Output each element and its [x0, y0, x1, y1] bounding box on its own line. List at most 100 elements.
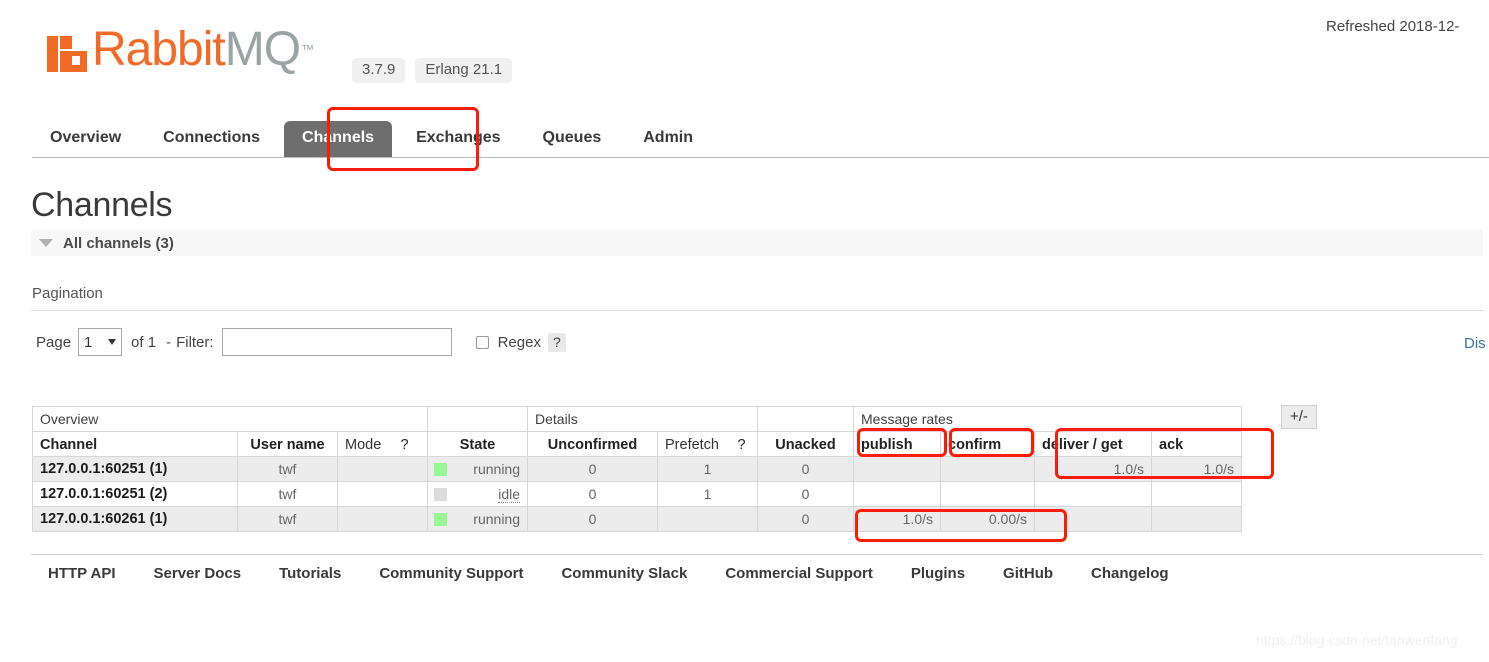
trademark-symbol: ™ — [301, 42, 314, 57]
pagination-label: Pagination — [32, 285, 103, 302]
cell-state: idle — [427, 481, 528, 507]
tab-exchanges[interactable]: Exchanges — [398, 121, 518, 157]
footer-link-github[interactable]: GitHub — [1003, 565, 1053, 582]
footer-links: HTTP API Server Docs Tutorials Community… — [48, 565, 1169, 582]
collapse-caret-icon[interactable] — [39, 239, 53, 247]
tab-queues[interactable]: Queues — [525, 121, 620, 157]
filter-label: Filter: — [176, 333, 214, 351]
col-state[interactable]: State — [427, 431, 528, 457]
col-prefetch[interactable]: Prefetch — [657, 431, 731, 457]
cell-confirm: 0.00/s — [940, 506, 1035, 532]
col-confirm[interactable]: confirm — [940, 431, 1035, 457]
footer-link-community-slack[interactable]: Community Slack — [561, 565, 687, 582]
rabbitmq-management-page: Refreshed 2018-12- RabbitMQ™ 3.7.9 Erlan… — [0, 0, 1489, 662]
logo-text-rabbit: Rabbit — [92, 23, 226, 76]
cell-unconfirmed: 0 — [527, 456, 658, 482]
cell-prefetch: 1 — [657, 456, 758, 482]
tab-connections[interactable]: Connections — [145, 121, 278, 157]
page-title: Channels — [31, 186, 173, 224]
cell-unacked: 0 — [757, 506, 854, 532]
displaying-text: Dis — [1464, 335, 1486, 352]
col-user-name[interactable]: User name — [237, 431, 338, 457]
cell-state: running — [427, 506, 528, 532]
table-row[interactable]: 127.0.0.1:60251 (1) twf running 0 1 0 1.… — [32, 456, 1242, 482]
footer-link-http-api[interactable]: HTTP API — [48, 565, 116, 582]
regex-help-icon[interactable]: ? — [547, 332, 566, 352]
col-prefetch-help-icon[interactable]: ? — [730, 431, 758, 457]
tab-channels[interactable]: Channels — [284, 121, 393, 157]
cell-channel[interactable]: 127.0.0.1:60261 (1) — [32, 506, 238, 532]
footer-link-changelog[interactable]: Changelog — [1091, 565, 1169, 582]
rabbitmq-version-badge: 3.7.9 — [352, 58, 406, 83]
cell-mode — [337, 506, 428, 532]
col-deliver-get[interactable]: deliver / get — [1034, 431, 1152, 457]
cell-deliver-get — [1034, 481, 1152, 507]
cell-prefetch: 1 — [657, 481, 758, 507]
col-mode-help-icon[interactable]: ? — [393, 431, 428, 457]
cell-user-name: twf — [237, 456, 338, 482]
col-channel[interactable]: Channel — [32, 431, 238, 457]
cell-state-label: idle — [498, 486, 520, 503]
erlang-version-badge: Erlang 21.1 — [415, 58, 513, 83]
cell-publish: 1.0/s — [853, 506, 941, 532]
cell-state-label: running — [473, 511, 520, 527]
page-number-select[interactable]: 1 — [78, 328, 123, 356]
chevron-down-icon — [108, 339, 117, 345]
cell-prefetch — [657, 506, 758, 532]
col-ack[interactable]: ack — [1151, 431, 1242, 457]
tab-admin[interactable]: Admin — [625, 121, 711, 157]
toggle-columns-button[interactable]: +/- — [1281, 405, 1317, 429]
col-unconfirmed[interactable]: Unconfirmed — [527, 431, 658, 457]
cell-state-label: running — [473, 461, 520, 477]
col-publish[interactable]: publish — [853, 431, 941, 457]
channels-table: Overview Details Message rates Channel U… — [32, 406, 1242, 532]
cell-ack: 1.0/s — [1151, 456, 1242, 482]
cell-unconfirmed: 0 — [527, 481, 658, 507]
version-badges: 3.7.9 Erlang 21.1 — [352, 58, 513, 83]
table-row[interactable]: 127.0.0.1:60251 (2) twf idle 0 1 0 — [32, 481, 1242, 507]
table-row[interactable]: 127.0.0.1:60261 (1) twf running 0 0 1.0/… — [32, 506, 1242, 532]
regex-checkbox[interactable] — [475, 335, 489, 349]
table-group-header-row: Overview Details Message rates — [32, 406, 1242, 432]
pagination-divider — [31, 310, 1483, 311]
cell-channel[interactable]: 127.0.0.1:60251 (2) — [32, 481, 238, 507]
watermark-text: https://blog.csdn.net/tanwenfang — [1256, 632, 1458, 648]
channels-table-wrapper: Overview Details Message rates Channel U… — [32, 406, 1242, 532]
refreshed-timestamp: Refreshed 2018-12- — [1326, 18, 1460, 35]
state-indicator-icon — [434, 463, 447, 476]
cell-ack — [1151, 481, 1242, 507]
cell-ack — [1151, 506, 1242, 532]
page-total-label: of 1 — [131, 333, 157, 351]
separator-dash: - — [166, 333, 172, 351]
col-mode[interactable]: Mode — [337, 431, 394, 457]
cell-confirm — [940, 481, 1035, 507]
footer-link-server-docs[interactable]: Server Docs — [154, 565, 242, 582]
cell-mode — [337, 481, 428, 507]
cell-deliver-get — [1034, 506, 1152, 532]
page-number-value: 1 — [84, 333, 93, 351]
tab-overview[interactable]: Overview — [32, 121, 139, 157]
all-channels-section-header[interactable]: All channels (3) — [31, 230, 1483, 256]
footer-link-plugins[interactable]: Plugins — [911, 565, 965, 582]
filter-input[interactable] — [221, 328, 452, 356]
rabbitmq-logo-icon — [47, 28, 87, 72]
group-header-details-pad — [757, 406, 854, 432]
state-indicator-icon — [434, 488, 447, 501]
table-column-header-row: Channel User name Mode ? State Unconfirm… — [32, 431, 1242, 457]
footer-link-commercial-support[interactable]: Commercial Support — [725, 565, 873, 582]
cell-deliver-get: 1.0/s — [1034, 456, 1152, 482]
footer-link-community-support[interactable]: Community Support — [379, 565, 523, 582]
cell-confirm — [940, 456, 1035, 482]
main-navigation: Overview Connections Channels Exchanges … — [32, 114, 1489, 158]
cell-user-name: twf — [237, 506, 338, 532]
group-header-message-rates: Message rates — [853, 406, 1242, 432]
group-header-details: Details — [527, 406, 758, 432]
footer-link-tutorials[interactable]: Tutorials — [279, 565, 341, 582]
cell-unacked: 0 — [757, 456, 854, 482]
cell-channel[interactable]: 127.0.0.1:60251 (1) — [32, 456, 238, 482]
col-unacked[interactable]: Unacked — [757, 431, 854, 457]
cell-unacked: 0 — [757, 481, 854, 507]
all-channels-label: All channels (3) — [63, 234, 174, 252]
regex-label: Regex — [497, 333, 541, 351]
rabbitmq-logo[interactable]: RabbitMQ™ — [47, 26, 314, 74]
